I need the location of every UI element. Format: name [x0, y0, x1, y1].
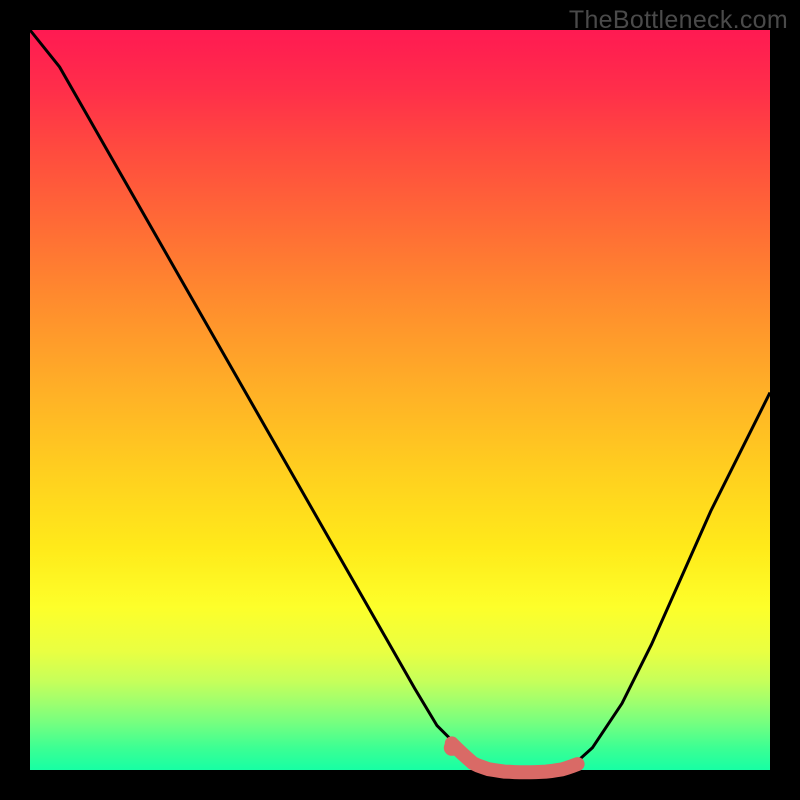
curve-svg — [30, 30, 770, 770]
marker-dot — [444, 740, 460, 756]
chart-frame: TheBottleneck.com — [0, 0, 800, 800]
highlight-segment — [452, 743, 578, 772]
plot-area — [30, 30, 770, 770]
bottleneck-curve-path — [30, 30, 770, 769]
